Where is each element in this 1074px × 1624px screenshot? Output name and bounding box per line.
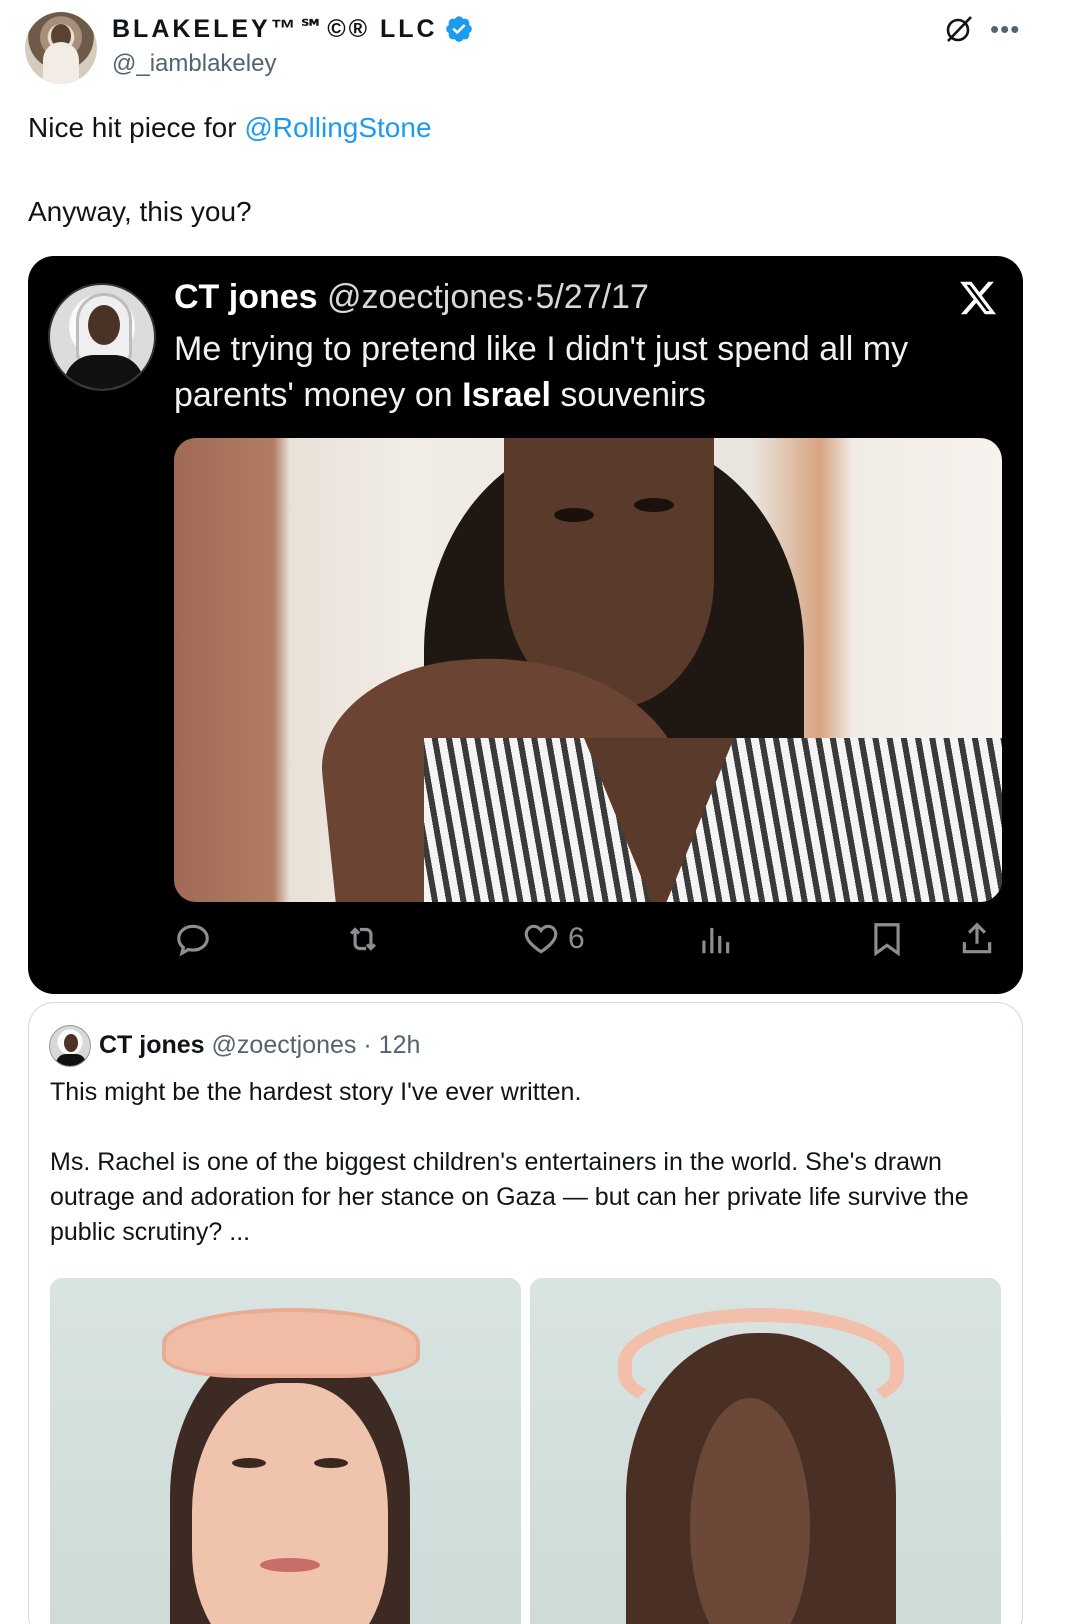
quoted-header: CT jones @zoectjones · 12h bbox=[99, 1031, 420, 1060]
quoted-tweet[interactable]: CT jones @zoectjones · 12h This might be… bbox=[28, 1002, 1023, 1624]
views-button[interactable] bbox=[696, 920, 734, 958]
like-count: 6 bbox=[568, 922, 585, 955]
views-icon bbox=[702, 927, 730, 954]
embedded-avatar bbox=[48, 283, 156, 391]
embedded-text-part2: souvenirs bbox=[550, 376, 706, 414]
grok-icon[interactable] bbox=[944, 14, 974, 44]
quoted-handle[interactable]: @zoectjones bbox=[212, 1031, 357, 1059]
heart-icon bbox=[524, 924, 558, 954]
embedded-text-bold: Israel bbox=[462, 376, 551, 414]
retweet-icon bbox=[350, 927, 376, 951]
author-avatar[interactable] bbox=[25, 12, 97, 84]
quoted-photo-1[interactable] bbox=[50, 1278, 521, 1624]
tweet-text-line1: Nice hit piece for @RollingStone bbox=[28, 112, 432, 144]
author-name-text: BLAKELEY™℠©® LLC bbox=[112, 15, 438, 43]
quoted-time[interactable]: 12h bbox=[379, 1031, 421, 1059]
embedded-action-bar: 6 bbox=[174, 920, 1004, 964]
embedded-header: CT jones @zoectjones·5/27/17 bbox=[174, 278, 649, 317]
share-button[interactable] bbox=[958, 920, 996, 958]
quoted-paragraph-2: Ms. Rachel is one of the biggest childre… bbox=[50, 1148, 969, 1246]
bookmark-icon bbox=[874, 923, 900, 957]
mention-link[interactable]: @RollingStone bbox=[244, 112, 431, 143]
more-icon[interactable]: ••• bbox=[990, 14, 1020, 45]
quoted-photo-2[interactable] bbox=[530, 1278, 1001, 1624]
verified-badge-icon bbox=[445, 16, 472, 42]
author-handle[interactable]: @_iamblakeley bbox=[112, 50, 276, 78]
embedded-tweet-image[interactable]: CT jones @zoectjones·5/27/17 Me trying t… bbox=[28, 256, 1023, 994]
embedded-separator: · bbox=[524, 278, 536, 316]
share-icon bbox=[962, 922, 992, 954]
reply-icon bbox=[177, 924, 209, 957]
x-logo-icon bbox=[960, 281, 997, 315]
embedded-handle: @zoectjones bbox=[327, 278, 525, 316]
quoted-paragraph-1: This might be the hardest story I've eve… bbox=[50, 1078, 582, 1106]
quoted-name[interactable]: CT jones bbox=[99, 1031, 205, 1059]
author-display-name[interactable]: BLAKELEY™℠©® LLC bbox=[112, 14, 474, 44]
reply-button[interactable] bbox=[174, 920, 212, 958]
quoted-avatar[interactable] bbox=[49, 1025, 91, 1067]
quoted-separator: · bbox=[363, 1031, 372, 1059]
bookmark-button[interactable] bbox=[868, 920, 906, 958]
embedded-name: CT jones bbox=[174, 278, 318, 316]
tweet-text-line2: Anyway, this you? bbox=[28, 196, 252, 227]
embedded-text: Me trying to pretend like I didn't just … bbox=[174, 326, 994, 418]
tweet-text-prefix: Nice hit piece for bbox=[28, 112, 245, 143]
embedded-photo bbox=[174, 438, 1002, 902]
retweet-button[interactable] bbox=[344, 920, 382, 958]
embedded-date: 5/27/17 bbox=[535, 278, 649, 316]
like-button[interactable]: 6 bbox=[522, 920, 585, 958]
